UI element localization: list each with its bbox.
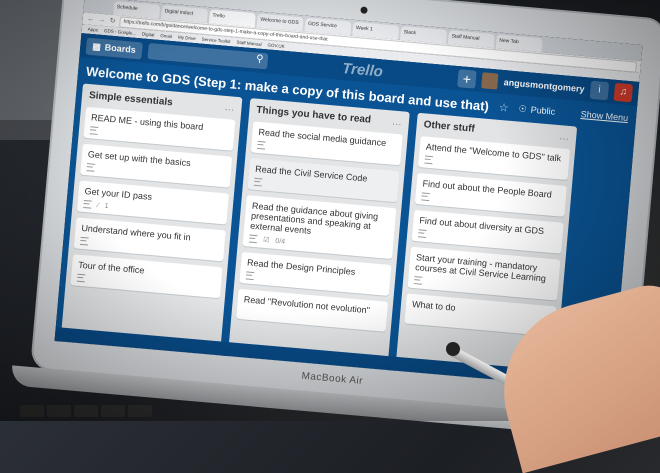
trello-card[interactable]: Find out about the People Board [414, 172, 567, 217]
visibility-button[interactable]: ☉ Public [518, 103, 555, 117]
bookmark-item[interactable]: My Drive [178, 35, 196, 42]
trello-card[interactable]: Understand where you fit in [73, 217, 226, 262]
bookmark-item[interactable]: Apps [88, 27, 99, 33]
globe-icon: ☉ [518, 103, 528, 114]
avatar[interactable] [481, 72, 499, 90]
trello-card[interactable]: Tour of the office [70, 254, 223, 299]
keyboard-key [101, 405, 125, 417]
card-title: Read "Revolution not evolution" [243, 294, 371, 316]
keyboard-key [74, 405, 98, 417]
bookmark-item[interactable]: Gmail [160, 33, 172, 39]
trello-card[interactable]: Find out about diversity at GDS [411, 209, 564, 254]
bookmark-item[interactable]: Digital [142, 31, 155, 37]
bookmark-item[interactable]: GOV.UK [267, 42, 284, 48]
description-icon [421, 192, 430, 202]
list-menu-icon[interactable]: … [224, 102, 235, 114]
keyboard-keys [0, 405, 240, 421]
back-icon[interactable]: ← [86, 15, 95, 23]
boards-icon: ▦ [91, 40, 102, 52]
notification-bell-icon[interactable]: ♫ [613, 82, 634, 103]
info-icon[interactable]: i [589, 80, 610, 101]
description-icon [89, 126, 99, 135]
description-icon [248, 234, 258, 244]
description-icon [253, 177, 263, 187]
bookmark-item[interactable]: Staff Manual [236, 40, 262, 47]
username[interactable]: angusmontgomery [503, 77, 585, 94]
keyboard-key [128, 405, 152, 417]
star-icon[interactable]: ☆ [498, 100, 509, 114]
forward-icon[interactable]: → [97, 16, 106, 24]
description-icon [83, 199, 92, 209]
trello-card[interactable]: Read "Revolution not evolution" [236, 288, 389, 332]
description-icon [79, 236, 89, 246]
boards-label: Boards [104, 42, 137, 55]
show-menu-link[interactable]: Show Menu [580, 109, 628, 123]
attachment-icon: ∕ [97, 201, 99, 209]
trello-card[interactable]: Get your ID pass ∕ 1 [76, 180, 230, 225]
checklist-count: 0/4 [275, 237, 286, 246]
description-icon [86, 163, 96, 172]
bookmark-item[interactable]: Service Toolkit [201, 37, 230, 45]
search-icon: ⚲ [255, 53, 264, 66]
reload-icon[interactable]: ↻ [108, 16, 117, 25]
webcam [360, 6, 368, 14]
pen-tip [446, 342, 460, 356]
description-icon [417, 229, 427, 238]
add-button[interactable]: + [457, 69, 477, 89]
description-icon [245, 271, 255, 281]
list-menu-icon[interactable]: … [559, 131, 570, 143]
description-icon [424, 155, 434, 165]
card-title: What to do [411, 299, 456, 313]
description-icon [413, 276, 423, 285]
list-title[interactable]: Other stuff [423, 119, 475, 134]
trello-card[interactable]: Read the Civil Service Code [247, 158, 400, 203]
list-title[interactable]: Simple essentials [89, 90, 174, 108]
list-menu-icon[interactable]: … [391, 117, 402, 129]
keyboard-key [47, 405, 71, 417]
visibility-label: Public [530, 104, 556, 117]
trello-card[interactable]: Start your training - mandatory courses … [407, 246, 561, 301]
trello-card[interactable]: Read the guidance about giving presentat… [242, 195, 397, 260]
boards-button[interactable]: ▦ Boards [85, 37, 143, 59]
attachment-count: 1 [104, 202, 109, 210]
trello-card[interactable]: Get set up with the basics [80, 143, 233, 188]
trello-card[interactable]: Read the Design Principles [239, 251, 392, 296]
description-icon [257, 140, 266, 150]
checklist-icon: ☑ [262, 236, 270, 245]
keyboard-key [20, 405, 44, 417]
description-icon [76, 273, 86, 283]
